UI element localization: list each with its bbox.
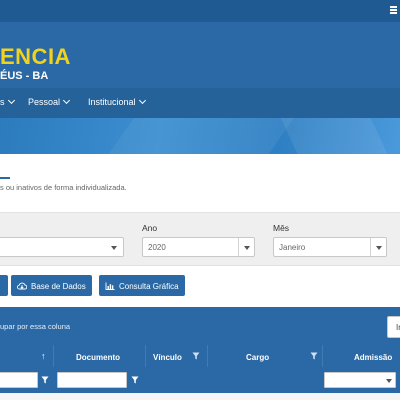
sort-up-icon: ↑ xyxy=(41,351,46,361)
column-header-vinculo[interactable]: Vínculo xyxy=(145,345,207,367)
chevron-down-icon xyxy=(7,96,15,105)
consulta-grafica-button[interactable]: Consulta Gráfica xyxy=(99,275,185,296)
nav-item-institucional[interactable]: Institucional xyxy=(88,96,146,107)
top-bar xyxy=(0,0,400,22)
mes-label: Mês xyxy=(273,223,290,233)
column-title: Admissão xyxy=(354,353,393,362)
title-accent xyxy=(0,177,10,179)
hero-banner xyxy=(0,118,400,154)
filter-panel: Ano 2020 Mês Janeiro xyxy=(0,212,400,266)
chevron-down-icon xyxy=(62,96,71,105)
hamburger-icon[interactable] xyxy=(390,6,397,14)
grid-toolbar-button[interactable]: In xyxy=(387,316,400,338)
brand-subtitle: ÉUS - BA xyxy=(0,70,49,82)
nav-item-label: Institucional xyxy=(88,97,136,107)
funnel-icon[interactable] xyxy=(131,376,139,384)
nav-item-first[interactable]: s xyxy=(0,96,15,107)
funnel-icon[interactable] xyxy=(41,376,49,384)
column-title: Documento xyxy=(76,353,120,362)
column-title: Cargo xyxy=(246,353,270,362)
column-header-first[interactable]: ↑ xyxy=(0,345,53,367)
grid-body xyxy=(0,393,400,400)
grid-header-row: ↑ Documento Vínculo Cargo Admissão xyxy=(0,345,400,367)
ano-value: 2020 xyxy=(148,243,166,252)
chevron-down-icon xyxy=(370,238,386,256)
filter-cell-documento[interactable] xyxy=(57,372,127,388)
group-panel-hint: upar por essa coluna xyxy=(0,322,71,331)
filter-cell-first[interactable] xyxy=(0,372,38,388)
grid-group-panel: upar por essa coluna In xyxy=(0,307,400,345)
funnel-icon[interactable] xyxy=(310,352,318,360)
nav-item-pessoal[interactable]: Pessoal xyxy=(28,96,71,107)
brand-header: ENCIA ÉUS - BA xyxy=(0,22,400,88)
grid-toolbar-button-label: In xyxy=(396,323,400,332)
cloud-download-icon xyxy=(17,282,28,292)
base-de-dados-button[interactable]: Base de Dados xyxy=(11,275,92,296)
nav-item-label: s xyxy=(0,97,5,107)
chevron-down-icon xyxy=(238,238,254,256)
nav-item-label: Pessoal xyxy=(28,97,61,107)
column-header-cargo[interactable]: Cargo xyxy=(207,345,322,367)
ano-select[interactable]: 2020 xyxy=(142,237,255,257)
column-title: Vínculo xyxy=(153,353,182,362)
main-nav: s Pessoal Institucional xyxy=(0,88,400,118)
page-description: s ou inativos de forma individualizada. xyxy=(0,183,127,192)
first-select[interactable] xyxy=(0,237,124,257)
mes-value: Janeiro xyxy=(279,243,306,252)
consulta-grafica-label: Consulta Gráfica xyxy=(119,282,179,291)
column-header-admissao[interactable]: Admissão xyxy=(322,345,400,367)
first-action-button[interactable] xyxy=(0,275,8,296)
bar-chart-icon xyxy=(105,282,115,292)
grid-filter-row xyxy=(0,367,400,393)
brand-title: ENCIA xyxy=(0,44,71,69)
chevron-down-icon xyxy=(383,373,395,387)
funnel-icon[interactable] xyxy=(192,352,200,360)
filter-cell-admissao[interactable] xyxy=(324,372,396,388)
chevron-down-icon xyxy=(138,96,146,105)
base-de-dados-label: Base de Dados xyxy=(31,282,86,291)
ano-label: Ano xyxy=(142,223,158,233)
mes-select[interactable]: Janeiro xyxy=(273,237,387,257)
column-header-documento[interactable]: Documento xyxy=(53,345,145,367)
